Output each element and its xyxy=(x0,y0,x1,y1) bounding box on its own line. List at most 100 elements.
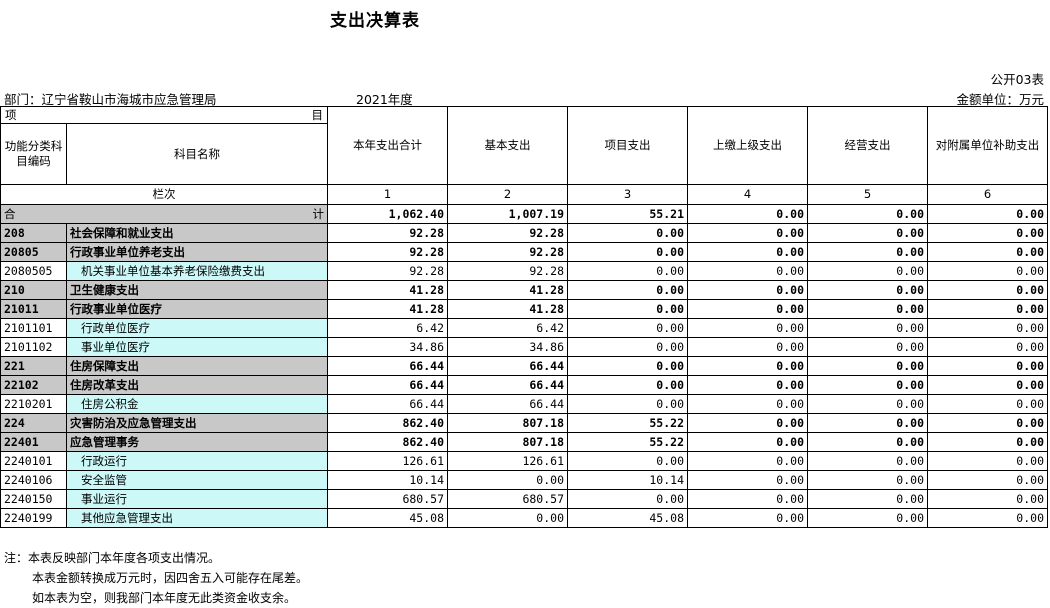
subject-name: 行政运行 xyxy=(66,451,328,471)
form-number: 公开03表 xyxy=(990,72,1044,87)
amount-cell-4: 0.00 xyxy=(687,223,808,243)
notes: 注：本表反映部门本年度各项支出情况。 本表金额转换成万元时，因四舍五入可能存在尾… xyxy=(4,548,308,608)
amount-cell-6: 0.00 xyxy=(927,489,1048,509)
col-num-6: 6 xyxy=(927,184,1048,205)
amount-cell-2: 126.61 xyxy=(447,451,568,471)
amount-cell-3: 0.00 xyxy=(567,394,688,414)
amount-cell-2: 807.18 xyxy=(447,432,568,452)
amount-cell-6: 0.00 xyxy=(927,375,1048,395)
total-value-1: 1,062.40 xyxy=(327,204,448,224)
amount-cell-5: 0.00 xyxy=(807,375,928,395)
amount-cell-5: 0.00 xyxy=(807,261,928,281)
table-row: 224 灾害防治及应急管理支出 862.40 807.18 55.22 0.00 0.00 0… xyxy=(0,413,1048,433)
amount-cell-4: 0.00 xyxy=(687,489,808,509)
amount-cell-3: 0.00 xyxy=(567,242,688,262)
amount-cell-1: 92.28 xyxy=(327,261,448,281)
amount-cell-6: 0.00 xyxy=(927,470,1048,490)
amount-cell-2: 0.00 xyxy=(447,508,568,528)
amount-cell-4: 0.00 xyxy=(687,470,808,490)
subject-code: 2240150 xyxy=(0,489,67,509)
amount-cell-1: 10.14 xyxy=(327,470,448,490)
amount-cell-3: 55.22 xyxy=(567,432,688,452)
total-label-right: 计 xyxy=(312,207,325,221)
amount-cell-5: 0.00 xyxy=(807,451,928,471)
subject-code: 2101101 xyxy=(0,318,67,338)
amount-cell-2: 92.28 xyxy=(447,242,568,262)
table-row: 208 社会保障和就业支出 92.28 92.28 0.00 0.00 0.00 0.00 xyxy=(0,223,1048,243)
amount-cell-5: 0.00 xyxy=(807,413,928,433)
amount-cell-2: 66.44 xyxy=(447,394,568,414)
amount-cell-3: 0.00 xyxy=(567,489,688,509)
header-col-3: 项目支出 xyxy=(567,106,688,185)
amount-cell-1: 92.28 xyxy=(327,242,448,262)
total-value-6: 0.00 xyxy=(927,204,1048,224)
amount-cell-3: 0.00 xyxy=(567,375,688,395)
table-row: 20805 行政事业单位养老支出 92.28 92.28 0.00 0.00 0.00 0.0… xyxy=(0,242,1048,262)
amount-cell-4: 0.00 xyxy=(687,394,808,414)
header-xiang: 项 xyxy=(5,108,17,122)
subject-name: 机关事业单位基本养老保险缴费支出 xyxy=(66,261,328,281)
amount-cell-4: 0.00 xyxy=(687,375,808,395)
amount-cell-3: 0.00 xyxy=(567,356,688,376)
amount-cell-2: 92.28 xyxy=(447,261,568,281)
amount-cell-3: 0.00 xyxy=(567,299,688,319)
amount-cell-6: 0.00 xyxy=(927,451,1048,471)
header-xiang-mu: 项 目 xyxy=(0,106,328,124)
header-name: 科目名称 xyxy=(66,123,328,185)
amount-cell-5: 0.00 xyxy=(807,432,928,452)
amount-cell-2: 41.28 xyxy=(447,299,568,319)
amount-cell-2: 807.18 xyxy=(447,413,568,433)
amount-cell-1: 6.42 xyxy=(327,318,448,338)
total-label-left: 合 xyxy=(4,207,16,221)
amount-cell-1: 126.61 xyxy=(327,451,448,471)
total-value-3: 55.21 xyxy=(567,204,688,224)
amount-cell-5: 0.00 xyxy=(807,470,928,490)
col-num-5: 5 xyxy=(807,184,928,205)
header-col-4: 上缴上级支出 xyxy=(687,106,808,185)
amount-cell-2: 6.42 xyxy=(447,318,568,338)
subject-code: 22102 xyxy=(0,375,67,395)
subject-name: 安全监管 xyxy=(66,470,328,490)
amount-cell-6: 0.00 xyxy=(927,261,1048,281)
subject-code: 22401 xyxy=(0,432,67,452)
subject-code: 2240106 xyxy=(0,470,67,490)
amount-cell-3: 0.00 xyxy=(567,318,688,338)
header-row-lanci: 栏次 1 2 3 4 5 6 xyxy=(0,184,1048,205)
subject-code: 208 xyxy=(0,223,67,243)
amount-cell-2: 92.28 xyxy=(447,223,568,243)
col-num-2: 2 xyxy=(447,184,568,205)
col-num-3: 3 xyxy=(567,184,688,205)
amount-cell-1: 34.86 xyxy=(327,337,448,357)
amount-cell-4: 0.00 xyxy=(687,356,808,376)
amount-cell-6: 0.00 xyxy=(927,242,1048,262)
col-num-4: 4 xyxy=(687,184,808,205)
total-value-2: 1,007.19 xyxy=(447,204,568,224)
subject-code: 2210201 xyxy=(0,394,67,414)
table-row: 22401 应急管理事务 862.40 807.18 55.22 0.00 0.00 0.00 xyxy=(0,432,1048,452)
amount-cell-2: 0.00 xyxy=(447,470,568,490)
table-row: 210 卫生健康支出 41.28 41.28 0.00 0.00 0.00 0.00 xyxy=(0,280,1048,300)
amount-cell-3: 0.00 xyxy=(567,280,688,300)
subject-code: 210 xyxy=(0,280,67,300)
header-code: 功能分类科目编码 xyxy=(0,123,67,185)
amount-cell-1: 92.28 xyxy=(327,223,448,243)
header-col-1: 本年支出合计 xyxy=(327,106,448,185)
total-label: 合 计 xyxy=(0,204,328,224)
amount-cell-4: 0.00 xyxy=(687,299,808,319)
header-col-5: 经营支出 xyxy=(807,106,928,185)
subject-name: 住房保障支出 xyxy=(66,356,328,376)
amount-cell-6: 0.00 xyxy=(927,394,1048,414)
subject-code: 20805 xyxy=(0,242,67,262)
amount-cell-6: 0.00 xyxy=(927,356,1048,376)
amount-cell-1: 862.40 xyxy=(327,413,448,433)
subject-code: 21011 xyxy=(0,299,67,319)
table-row: 2240199 其他应急管理支出 45.08 0.00 45.08 0.00 0.00 0.0… xyxy=(0,508,1048,528)
amount-cell-6: 0.00 xyxy=(927,299,1048,319)
header-mu: 目 xyxy=(311,108,324,122)
amount-cell-4: 0.00 xyxy=(687,242,808,262)
amount-cell-1: 66.44 xyxy=(327,375,448,395)
subject-name: 行政事业单位养老支出 xyxy=(66,242,328,262)
table-row: 2101101 行政单位医疗 6.42 6.42 0.00 0.00 0.00 0.00 xyxy=(0,318,1048,338)
total-row: 合 计 1,062.40 1,007.19 55.21 0.00 0.00 0.… xyxy=(0,204,1048,224)
amount-cell-5: 0.00 xyxy=(807,489,928,509)
